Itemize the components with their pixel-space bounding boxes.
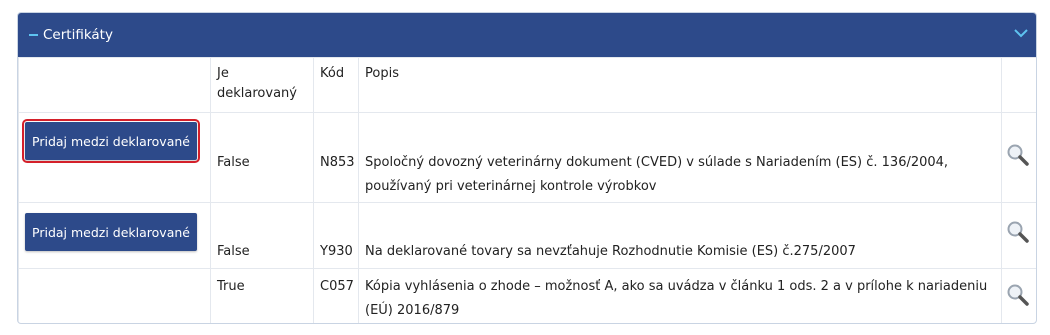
header-view: [1001, 57, 1036, 113]
certificates-panel: Certifikáty Je deklarovaný Kód Popis Pri…: [17, 12, 1037, 324]
description-cell: Kópia vyhlásenia o zhode – možnosť A, ak…: [358, 268, 1002, 323]
description-line: Na deklarované tovary sa nevzťahuje Rozh…: [365, 244, 856, 259]
description-cell: Spoločný dovozný veterinárny dokument (C…: [358, 112, 1002, 203]
description-line: používaný pri veterinárnej kontrole výro…: [365, 179, 657, 194]
header-code: Kód: [313, 57, 359, 113]
collapse-icon[interactable]: [27, 29, 39, 41]
add-to-declared-button[interactable]: Pridaj medzi deklarované: [25, 213, 197, 251]
magnifier-icon[interactable]: [1006, 220, 1030, 244]
magnifier-icon[interactable]: [1006, 283, 1030, 307]
code-cell: C057: [313, 268, 359, 323]
description-line: Kópia vyhlásenia o zhode – možnosť A, ak…: [365, 279, 988, 294]
header-declared: Je deklarovaný: [210, 57, 314, 113]
table-row: Pridaj medzi deklarované False N853 Spol…: [18, 112, 1036, 203]
panel-title: Certifikáty: [43, 27, 113, 43]
code-cell: N853: [313, 112, 359, 203]
magnifier-icon[interactable]: [1006, 143, 1030, 167]
header-description: Popis: [358, 57, 1002, 113]
certificates-table: Je deklarovaný Kód Popis Pridaj medzi de…: [18, 57, 1036, 323]
code-cell: Y930: [313, 202, 359, 269]
panel-header[interactable]: Certifikáty: [18, 13, 1036, 57]
declared-cell: True: [210, 268, 314, 323]
chevron-down-icon[interactable]: [1014, 28, 1028, 38]
table-header-row: Je deklarovaný Kód Popis: [18, 57, 1036, 113]
description-cell: Na deklarované tovary sa nevzťahuje Rozh…: [358, 202, 1002, 269]
description-line: Spoločný dovozný veterinárny dokument (C…: [365, 155, 949, 170]
table-row: Pridaj medzi deklarované False Y930 Na d…: [18, 202, 1036, 269]
declared-cell: False: [210, 202, 314, 269]
description-line: (EÚ) 2016/879: [365, 303, 460, 318]
header-action: [18, 57, 211, 113]
table-row: True C057 Kópia vyhlásenia o zhode – mož…: [18, 268, 1036, 323]
add-to-declared-button[interactable]: Pridaj medzi deklarované: [22, 119, 200, 163]
declared-cell: False: [210, 112, 314, 203]
